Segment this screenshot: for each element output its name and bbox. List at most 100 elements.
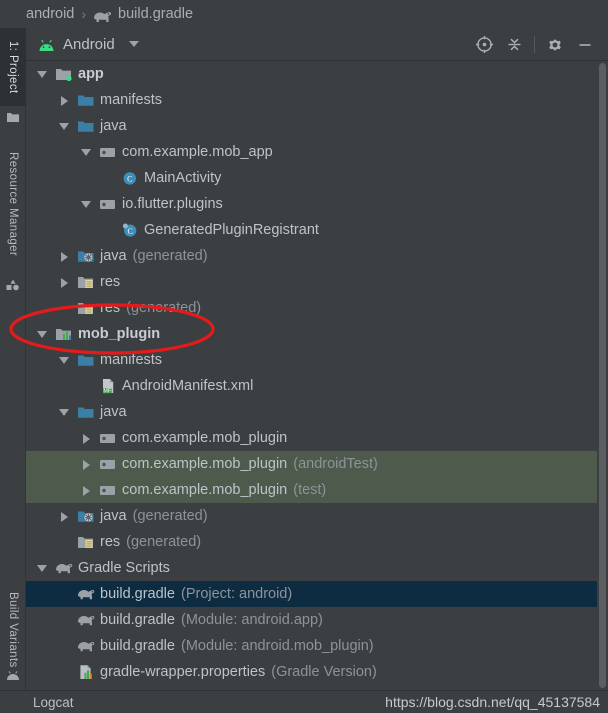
class-generated-icon: C	[121, 222, 139, 238]
tree-row[interactable]: com.example.mob_plugin(test)	[26, 477, 608, 503]
breadcrumb-separator-icon: ›	[81, 6, 86, 22]
tree-row-label: Gradle Scripts	[78, 560, 170, 576]
chevron-down-icon[interactable]	[58, 120, 71, 133]
tree-row-label: AndroidManifest.xml	[122, 378, 253, 394]
java-generated-icon	[77, 248, 95, 264]
tree-row[interactable]: gradle-wrapper.properties (Gradle Version…	[26, 659, 608, 685]
tree-row[interactable]: MF AndroidManifest.xml	[26, 373, 608, 399]
chevron-down-icon[interactable]	[80, 146, 93, 159]
chevron-down-icon[interactable]	[36, 68, 49, 81]
select-opened-file-icon[interactable]	[469, 28, 499, 61]
tree-row[interactable]: com.example.mob_plugin	[26, 425, 608, 451]
tree-row[interactable]: com.example.mob_app	[26, 139, 608, 165]
tree-row-sublabel: (generated)	[126, 300, 201, 316]
package-icon	[99, 144, 117, 160]
tab-logcat[interactable]: Logcat	[33, 695, 74, 710]
tree-row[interactable]: java	[26, 113, 608, 139]
tree-row[interactable]: res (generated)	[26, 295, 608, 321]
tree-row-label: java	[100, 508, 127, 524]
tree-row[interactable]: com.example.mob_plugin (androidTest)	[26, 451, 608, 477]
manifest-file-icon: MF	[99, 378, 117, 394]
res-generated-icon	[77, 300, 95, 316]
tree-row-sublabel: (androidTest)	[293, 456, 378, 472]
tree-row-label: manifests	[100, 92, 162, 108]
class-icon: C	[121, 170, 139, 186]
chevron-right-icon[interactable]	[80, 484, 93, 497]
project-tree[interactable]: app manifests java com.example.mob_app C Main…	[26, 61, 608, 690]
chevron-right-icon[interactable]	[58, 94, 71, 107]
tree-arrow-none	[58, 536, 71, 549]
tree-arrow-none	[102, 224, 115, 237]
chevron-down-icon[interactable]	[80, 198, 93, 211]
tree-row[interactable]: C MainActivity	[26, 165, 608, 191]
tree-row[interactable]: res	[26, 269, 608, 295]
tree-row[interactable]: java(generated)	[26, 243, 608, 269]
sidebar-item-resource-manager[interactable]: Resource Manager	[0, 136, 26, 272]
tree-row[interactable]: C GeneratedPluginRegistrant	[26, 217, 608, 243]
gear-icon[interactable]	[540, 28, 570, 61]
tree-row[interactable]: app	[26, 61, 608, 87]
sidebar-item-build-variants[interactable]: Build Variants	[0, 578, 26, 682]
sidebar-item-project[interactable]: 1: Project	[0, 28, 26, 106]
tree-row[interactable]: mob_plugin	[26, 321, 608, 347]
tree-row-label: res	[100, 274, 120, 290]
collapse-all-icon[interactable]	[499, 28, 529, 61]
properties-file-icon	[77, 664, 95, 680]
chevron-right-icon[interactable]	[80, 458, 93, 471]
rail-label-resource-manager: Resource Manager	[7, 152, 19, 256]
tree-row-label: io.flutter.plugins	[122, 196, 223, 212]
tree-row-label: gradle-wrapper.properties	[100, 664, 265, 680]
folder-icon	[77, 92, 95, 108]
chevron-right-icon[interactable]	[58, 510, 71, 523]
tree-scrollbar-thumb[interactable]	[599, 63, 606, 688]
tree-row-sublabel: (generated)	[133, 248, 208, 264]
tree-row-label: java	[100, 118, 127, 134]
chevron-down-icon[interactable]	[36, 562, 49, 575]
chevron-right-icon[interactable]	[80, 432, 93, 445]
gradle-elephant-icon	[77, 612, 95, 628]
tree-row[interactable]: build.gradle(Project: android)	[26, 581, 608, 607]
breadcrumb: android › build.gradle	[0, 0, 608, 28]
tree-row[interactable]: build.gradle(Module: android.mob_plugin)	[26, 633, 608, 659]
folder-icon	[6, 110, 20, 124]
tree-row[interactable]: manifests	[26, 87, 608, 113]
svg-text:C: C	[127, 175, 132, 184]
tree-row-label: MainActivity	[144, 170, 221, 186]
project-view-selector[interactable]: Android	[26, 36, 139, 53]
chevron-down-icon[interactable]	[58, 406, 71, 419]
tree-row[interactable]: build.gradle(Module: android.app)	[26, 607, 608, 633]
project-view-label: Android	[63, 36, 115, 53]
folder-icon	[77, 404, 95, 420]
chevron-right-icon[interactable]	[58, 250, 71, 263]
tree-row[interactable]: io.flutter.plugins	[26, 191, 608, 217]
tree-arrow-none	[58, 666, 71, 679]
tree-arrow-none	[58, 614, 71, 627]
chevron-down-icon[interactable]	[36, 328, 49, 341]
tree-scrollbar[interactable]	[597, 61, 608, 690]
tree-row-sublabel: (Gradle Version)	[271, 664, 377, 680]
tree-row[interactable]: res(generated)	[26, 529, 608, 555]
tree-row[interactable]: java(generated)	[26, 503, 608, 529]
panel-action-bar	[469, 28, 600, 61]
tree-row-label: manifests	[100, 352, 162, 368]
tree-row-sublabel: (Module: android.app)	[181, 612, 323, 628]
chevron-down-icon[interactable]	[58, 354, 71, 367]
tree-row[interactable]: java	[26, 399, 608, 425]
tree-row-label: com.example.mob_plugin	[122, 456, 287, 472]
tree-row-label: res	[100, 300, 120, 316]
library-module-icon	[55, 326, 73, 342]
breadcrumb-file[interactable]: build.gradle	[118, 6, 193, 22]
chevron-down-icon[interactable]	[129, 41, 139, 47]
package-icon	[99, 196, 117, 212]
package-icon	[99, 482, 117, 498]
breadcrumb-root[interactable]: android	[26, 6, 74, 22]
tree-row-label: GeneratedPluginRegistrant	[144, 222, 319, 238]
project-panel: Android appmanifestsjavacom.exampl	[26, 28, 608, 690]
tree-row-label: com.example.mob_plugin	[122, 482, 287, 498]
tree-row-sublabel: (generated)	[126, 534, 201, 550]
tree-row[interactable]: manifests	[26, 347, 608, 373]
package-icon	[99, 456, 117, 472]
minimize-icon[interactable]	[570, 28, 600, 61]
chevron-right-icon[interactable]	[58, 276, 71, 289]
tree-row[interactable]: Gradle Scripts	[26, 555, 608, 581]
